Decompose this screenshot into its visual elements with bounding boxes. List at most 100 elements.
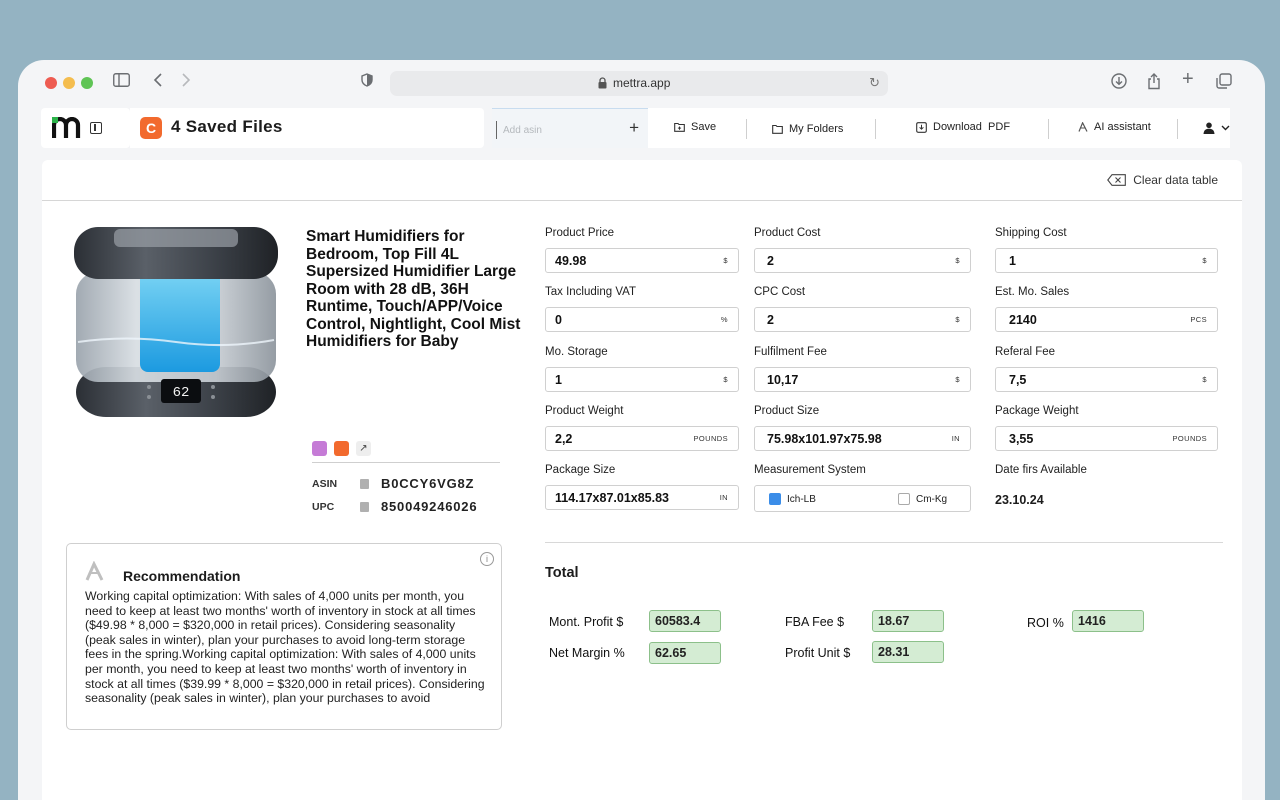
toolbar-divider: [746, 119, 747, 139]
clear-data-table-label: Clear data table: [1133, 173, 1218, 187]
ai-assistant-label: AI assistant: [1094, 121, 1151, 133]
folder-icon: [772, 124, 783, 134]
mo-storage-label: Mo. Storage: [545, 346, 608, 358]
recommendation-title: Recommendation: [123, 568, 241, 584]
save-button[interactable]: Save: [674, 121, 716, 133]
add-asin-box: +: [492, 108, 648, 148]
clear-data-table-button[interactable]: Clear data table: [1107, 173, 1218, 187]
fulfilment-fee-value: 10,17: [767, 373, 799, 387]
close-window-button[interactable]: [45, 77, 57, 89]
unit-label: $: [723, 256, 728, 265]
shield-icon[interactable]: [361, 73, 373, 92]
section-divider: [545, 542, 1223, 543]
product-size-input[interactable]: 75.98x101.97x75.98 IN: [754, 426, 971, 451]
downloads-icon[interactable]: [1111, 73, 1127, 94]
save-label: Save: [691, 121, 717, 133]
shipping-cost-input[interactable]: 1 $: [995, 248, 1218, 273]
address-bar[interactable]: mettra.app ↻: [390, 71, 888, 96]
copy-asin-icon[interactable]: [360, 478, 369, 489]
saved-files-icon: C: [140, 117, 162, 139]
ai-assistant-button[interactable]: AI assistant: [1078, 121, 1151, 133]
package-weight-input[interactable]: 3,55 POUNDS: [995, 426, 1218, 451]
product-cost-label: Product Cost: [754, 227, 821, 239]
shipping-cost-value: 1: [1009, 254, 1016, 268]
external-link-icon[interactable]: ↗: [356, 441, 371, 456]
panel-header: Clear data table: [42, 160, 1242, 201]
cm-kg-checkbox[interactable]: [898, 493, 910, 505]
package-size-input[interactable]: 114.17x87.01x85.83 IN: [545, 485, 739, 510]
package-weight-value: 3,55: [1009, 432, 1034, 446]
referal-fee-input[interactable]: 7,5 $: [995, 367, 1218, 392]
share-icon[interactable]: [1147, 73, 1161, 95]
tabs-overview-icon[interactable]: [1216, 73, 1232, 94]
account-menu-button[interactable]: [1203, 122, 1230, 134]
ich-lb-option[interactable]: Ich-LB: [769, 493, 816, 505]
product-size-value: 75.98x101.97x75.98: [767, 432, 882, 446]
ich-lb-checkbox[interactable]: [769, 493, 781, 505]
roi-label: ROI %: [1027, 616, 1064, 630]
unit-label: $: [955, 315, 960, 324]
copy-upc-icon[interactable]: [360, 501, 369, 512]
month-profit-label: Mont. Profit $: [549, 615, 624, 629]
upc-row: UPC 850049246026: [312, 499, 477, 514]
unit-label: $: [955, 256, 960, 265]
add-asin-input[interactable]: [496, 121, 616, 139]
referal-fee-label: Referal Fee: [995, 346, 1056, 358]
tax-vat-input[interactable]: 0 %: [545, 307, 739, 332]
sidebar-toggle-icon[interactable]: [90, 122, 102, 134]
cm-kg-option[interactable]: Cm-Kg: [898, 493, 947, 505]
add-asin-plus-icon[interactable]: +: [629, 118, 639, 138]
cpc-cost-input[interactable]: 2 $: [754, 307, 971, 332]
main-panel: Clear data table 62 Smart Humidifiers fo…: [42, 160, 1242, 800]
download-icon: [916, 121, 927, 133]
unit-label: PCS: [1190, 315, 1207, 324]
shipping-cost-label: Shipping Cost: [995, 227, 1067, 239]
est-sales-value: 2140: [1009, 313, 1037, 327]
product-cost-input[interactable]: 2 $: [754, 248, 971, 273]
info-icon[interactable]: i: [480, 552, 494, 566]
product-price-label: Product Price: [545, 227, 615, 239]
my-folders-button[interactable]: My Folders: [772, 123, 843, 135]
back-icon[interactable]: [153, 73, 163, 92]
referal-fee-value: 7,5: [1009, 373, 1027, 387]
toolbar-divider: [875, 119, 876, 139]
toolbar-divider: [1177, 119, 1178, 139]
minimize-window-button[interactable]: [63, 77, 75, 89]
tax-vat-label: Tax Including VAT: [545, 286, 636, 298]
reload-icon[interactable]: ↻: [869, 75, 880, 91]
ich-lb-label: Ich-LB: [787, 493, 816, 505]
upc-value: 850049246026: [381, 499, 478, 514]
asin-label: ASIN: [312, 477, 338, 490]
mo-storage-input[interactable]: 1 $: [545, 367, 739, 392]
browser-toolbar: mettra.app ↻ +: [18, 60, 1265, 106]
new-tab-icon[interactable]: +: [1182, 69, 1194, 89]
measurement-system-selector: Ich-LB Cm-Kg: [754, 485, 971, 512]
product-price-input[interactable]: 49.98 $: [545, 248, 739, 273]
zoom-window-button[interactable]: [81, 77, 93, 89]
mettra-logo-icon[interactable]: [52, 117, 82, 139]
bookmark-badge-icon[interactable]: [334, 441, 349, 456]
product-weight-label: Product Weight: [545, 405, 624, 417]
net-margin-value: 62.65: [649, 642, 721, 664]
roi-value: 1416: [1072, 610, 1144, 632]
download-pdf-button[interactable]: Download PDF: [916, 121, 1010, 133]
product-title: Smart Humidifiers for Bedroom, Top Fill …: [306, 228, 521, 350]
total-heading: Total: [545, 565, 579, 581]
product-weight-input[interactable]: 2,2 POUNDS: [545, 426, 739, 451]
url-text: mettra.app: [613, 76, 671, 90]
lock-icon: [598, 77, 607, 89]
package-size-value: 114.17x87.01x85.83: [555, 491, 670, 505]
main-toolbar: Save My Folders Download PDF AI assistan…: [648, 108, 1230, 148]
fba-fee-value: 18.67: [872, 610, 944, 632]
saved-files-header[interactable]: C 4 Saved Files: [130, 108, 484, 148]
saved-files-title: 4 Saved Files: [171, 117, 283, 136]
cm-kg-label: Cm-Kg: [916, 493, 948, 505]
upc-label: UPC: [312, 500, 335, 513]
sidebar-icon[interactable]: [113, 73, 130, 92]
est-sales-input[interactable]: 2140 PCS: [995, 307, 1218, 332]
product-cost-value: 2: [767, 254, 774, 268]
forward-icon[interactable]: [181, 73, 191, 92]
package-weight-label: Package Weight: [995, 405, 1079, 417]
folder-badge-icon[interactable]: [312, 441, 327, 456]
fulfilment-fee-input[interactable]: 10,17 $: [754, 367, 971, 392]
